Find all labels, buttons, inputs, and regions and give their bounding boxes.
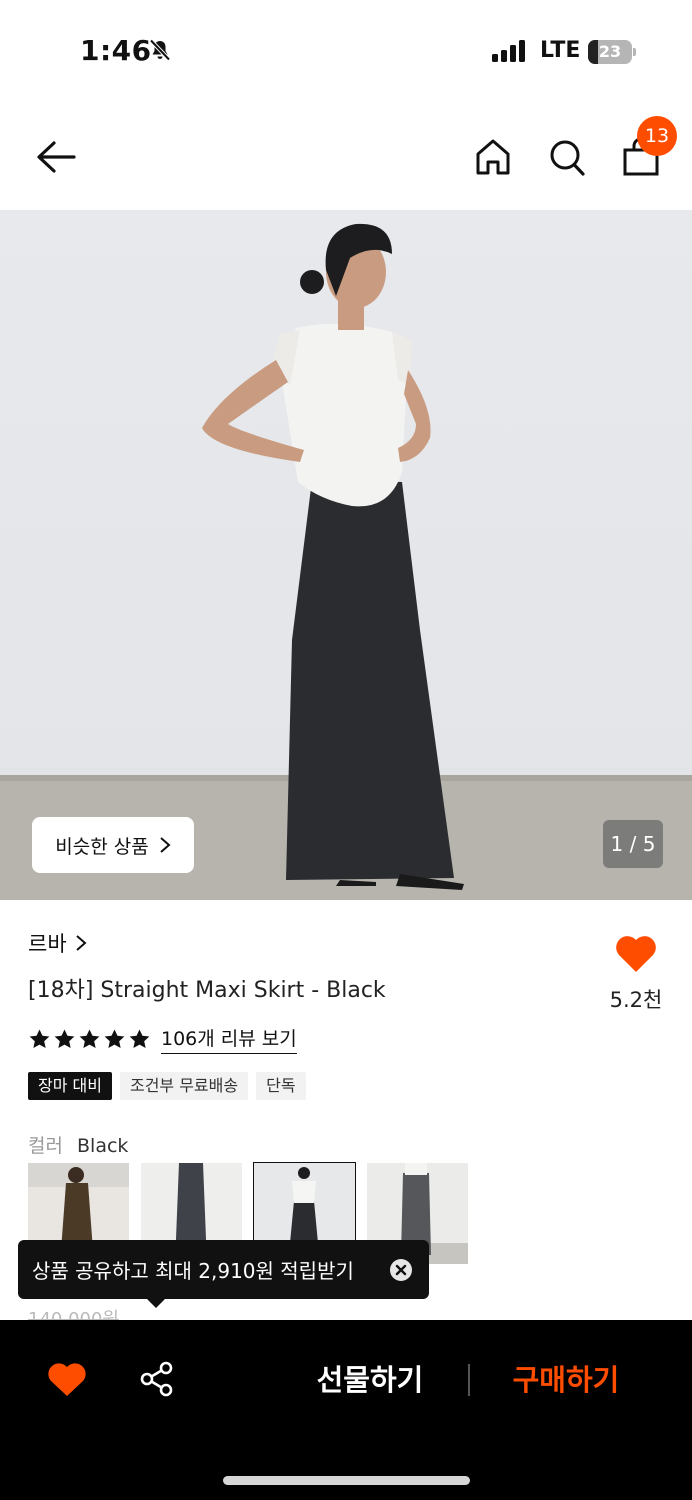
share-reward-tooltip: 상품 공유하고 최대 2,910원 적립받기 <box>18 1240 429 1299</box>
status-bar: 1:46 LTE 23 <box>0 0 692 100</box>
similar-products-label: 비슷한 상품 <box>55 835 149 858</box>
back-arrow-icon[interactable] <box>34 137 78 177</box>
star-icon <box>54 1028 75 1048</box>
product-image-gallery[interactable]: 비슷한 상품 1 / 5 <box>0 210 692 900</box>
brand-link[interactable]: 르바 <box>28 928 87 958</box>
home-icon[interactable] <box>474 137 512 177</box>
battery-indicator: 23 <box>588 40 636 64</box>
product-photo <box>0 223 692 900</box>
battery-percent: 23 <box>598 42 622 61</box>
cellular-signal-icon <box>492 40 525 62</box>
product-tags: 장마 대비 조건부 무료배송 단독 <box>28 1072 306 1100</box>
close-icon[interactable] <box>389 1258 413 1282</box>
color-value: Black <box>77 1135 129 1157</box>
bottom-action-bar: 선물하기 구매하기 <box>0 1320 692 1500</box>
chevron-right-icon <box>75 935 87 951</box>
heart-icon[interactable] <box>46 1360 88 1398</box>
tag-item: 단독 <box>256 1072 306 1100</box>
similar-products-button[interactable]: 비슷한 상품 <box>32 817 194 873</box>
navigation-header: 13 <box>0 100 692 210</box>
star-icon <box>79 1028 100 1048</box>
buy-button[interactable]: 구매하기 <box>496 1358 636 1402</box>
image-page-indicator: 1 / 5 <box>603 820 663 868</box>
star-icon <box>129 1028 150 1048</box>
like-button[interactable]: 5.2천 <box>604 932 668 1014</box>
tag-item: 조건부 무료배송 <box>119 1072 249 1100</box>
like-count: 5.2천 <box>609 988 663 1012</box>
color-label: 컬러 <box>28 1135 63 1157</box>
rating-stars <box>28 1028 153 1051</box>
heart-icon <box>616 936 656 972</box>
battery-tip <box>633 48 636 56</box>
brand-name: 르바 <box>28 932 67 956</box>
original-price: 140,000원 <box>28 1309 119 1320</box>
gift-button[interactable]: 선물하기 <box>300 1358 440 1402</box>
tooltip-text: 상품 공유하고 최대 2,910원 적립받기 <box>32 1259 354 1283</box>
battery-body: 23 <box>588 40 632 64</box>
product-title: [18차] Straight Maxi Skirt - Black <box>28 978 386 1003</box>
home-indicator <box>223 1476 470 1485</box>
bell-muted-icon <box>149 39 171 61</box>
search-icon[interactable] <box>548 137 586 177</box>
rating-row: 106개 리뷰 보기 <box>28 1024 297 1054</box>
star-icon <box>29 1028 50 1048</box>
tooltip-arrow <box>146 1298 166 1308</box>
status-time: 1:46 <box>80 34 152 67</box>
star-icon <box>104 1028 125 1048</box>
button-divider <box>468 1364 470 1396</box>
share-icon[interactable] <box>138 1360 176 1398</box>
color-option-row: 컬러 Black <box>28 1131 128 1158</box>
chevron-right-icon <box>160 837 171 853</box>
cart-count-badge[interactable]: 13 <box>637 116 677 156</box>
review-link[interactable]: 106개 리뷰 보기 <box>161 1024 297 1054</box>
network-type: LTE <box>540 38 581 63</box>
tag-item: 장마 대비 <box>28 1072 112 1100</box>
